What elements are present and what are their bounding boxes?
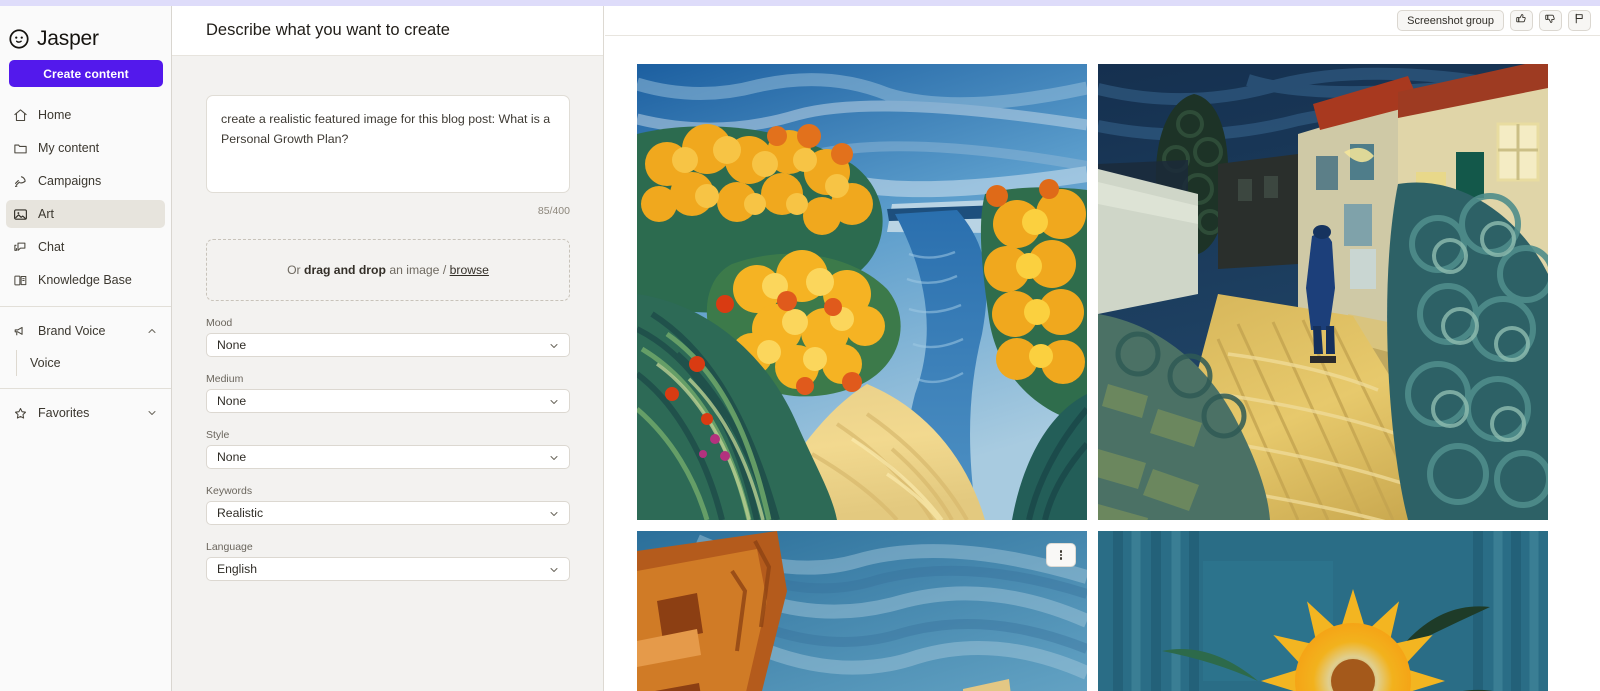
dropzone-text: Or drag and drop an image / browse — [287, 263, 489, 277]
sidebar-item-label: Campaigns — [38, 174, 102, 188]
folder-icon — [13, 141, 28, 156]
rocket-icon — [13, 174, 28, 189]
chevron-down-icon — [548, 396, 560, 408]
sidebar-group-favorites[interactable]: Favorites — [6, 399, 165, 427]
sidebar-nav: Home My content Campaigns Art Chat Knowl… — [0, 101, 171, 294]
prompt-panel: Describe what you want to create 85/400 … — [172, 6, 604, 691]
mood-select[interactable]: None — [206, 333, 570, 357]
screenshot-group-button[interactable]: Screenshot group — [1397, 10, 1504, 31]
jasper-logo-icon — [8, 28, 30, 50]
field-label: Keywords — [206, 485, 253, 497]
dropzone-strong: drag and drop — [304, 263, 386, 277]
results-area: Screenshot group — [605, 6, 1600, 691]
sidebar-item-label: Art — [38, 207, 54, 221]
dot — [1059, 550, 1063, 553]
field-mood: Mood None — [206, 317, 570, 357]
medium-select[interactable]: None — [206, 389, 570, 413]
more-vertical-icon — [1059, 549, 1063, 561]
brand-logo[interactable]: Jasper — [0, 6, 171, 52]
field-label: Mood — [206, 317, 233, 329]
flag-icon — [1573, 12, 1586, 30]
star-icon — [13, 406, 28, 421]
flag-button[interactable] — [1568, 10, 1591, 31]
sidebar-item-art[interactable]: Art — [6, 200, 165, 228]
sidebar-subitem-voice[interactable]: Voice — [17, 350, 171, 376]
field-medium: Medium None — [206, 373, 570, 413]
select-value: None — [217, 450, 247, 464]
book-icon — [13, 273, 28, 288]
dot — [1059, 553, 1063, 557]
sidebar-item-campaigns[interactable]: Campaigns — [6, 167, 165, 195]
thumbs-down-button[interactable] — [1539, 10, 1562, 31]
image-overflow-menu-button[interactable] — [1046, 543, 1076, 567]
thumbs-up-button[interactable] — [1510, 10, 1533, 31]
chevron-up-icon — [146, 325, 158, 337]
field-label: Language — [206, 541, 253, 553]
field-language: Language English — [206, 541, 570, 581]
create-content-button[interactable]: Create content — [9, 60, 163, 87]
language-select[interactable]: English — [206, 557, 570, 581]
sidebar-item-label: My content — [38, 141, 100, 155]
select-value: Realistic — [217, 506, 264, 520]
character-counter: 85/400 — [537, 205, 570, 217]
art-results-grid — [605, 36, 1600, 691]
megaphone-icon — [13, 324, 28, 339]
browse-link[interactable]: browse — [450, 263, 489, 277]
sidebar-item-label: Home — [38, 108, 72, 122]
sidebar-group-label: Favorites — [38, 406, 90, 420]
sidebar-divider-1 — [0, 306, 171, 307]
brand-name: Jasper — [37, 27, 99, 50]
chevron-down-icon — [146, 407, 158, 419]
chat-bubble-icon — [13, 240, 28, 255]
select-value: English — [217, 562, 257, 576]
sidebar-group-children-brand-voice: Voice — [16, 350, 171, 376]
sidebar-item-my-content[interactable]: My content — [6, 134, 165, 162]
chevron-down-icon — [548, 452, 560, 464]
primary-sidebar: Jasper Create content Home My content Ca… — [0, 6, 172, 691]
dropzone-prefix: Or — [287, 263, 304, 277]
sidebar-divider-2 — [0, 388, 171, 389]
art-result-2[interactable] — [1098, 64, 1548, 520]
prompt-panel-header: Describe what you want to create — [172, 6, 603, 56]
dot — [1059, 557, 1063, 560]
field-style: Style None — [206, 429, 570, 469]
sidebar-item-knowledge-base[interactable]: Knowledge Base — [6, 266, 165, 294]
image-dropzone[interactable]: Or drag and drop an image / browse — [206, 239, 570, 301]
sidebar-item-label: Chat — [38, 240, 65, 254]
chevron-down-icon — [548, 508, 560, 520]
sidebar-item-home[interactable]: Home — [6, 101, 165, 129]
field-keywords: Keywords Realistic — [206, 485, 570, 525]
sidebar-group-brand-voice[interactable]: Brand Voice — [6, 317, 165, 345]
sidebar-item-label: Knowledge Base — [38, 273, 132, 287]
style-select[interactable]: None — [206, 445, 570, 469]
art-result-1[interactable] — [637, 64, 1087, 520]
select-value: None — [217, 394, 247, 408]
select-value: None — [217, 338, 247, 352]
field-label: Style — [206, 429, 230, 441]
field-label: Medium — [206, 373, 244, 385]
art-result-4[interactable] — [1098, 531, 1548, 691]
dropzone-middle: an image / — [385, 263, 450, 277]
jasper-art-app: Jasper Create content Home My content Ca… — [0, 0, 1600, 691]
results-toolbar: Screenshot group — [605, 6, 1600, 36]
thumbs-up-icon — [1515, 12, 1528, 30]
prompt-input[interactable] — [206, 95, 570, 193]
page-title: Describe what you want to create — [206, 21, 450, 39]
sidebar-item-chat[interactable]: Chat — [6, 233, 165, 261]
home-icon — [13, 108, 28, 123]
prompt-panel-body: 85/400 Or drag and drop an image / brows… — [172, 56, 603, 581]
keywords-select[interactable]: Realistic — [206, 501, 570, 525]
chevron-down-icon — [548, 564, 560, 576]
sidebar-group-label: Brand Voice — [38, 324, 106, 338]
image-icon — [13, 207, 28, 222]
art-result-3[interactable] — [637, 531, 1087, 691]
thumbs-down-icon — [1544, 12, 1557, 30]
chevron-down-icon — [548, 340, 560, 352]
